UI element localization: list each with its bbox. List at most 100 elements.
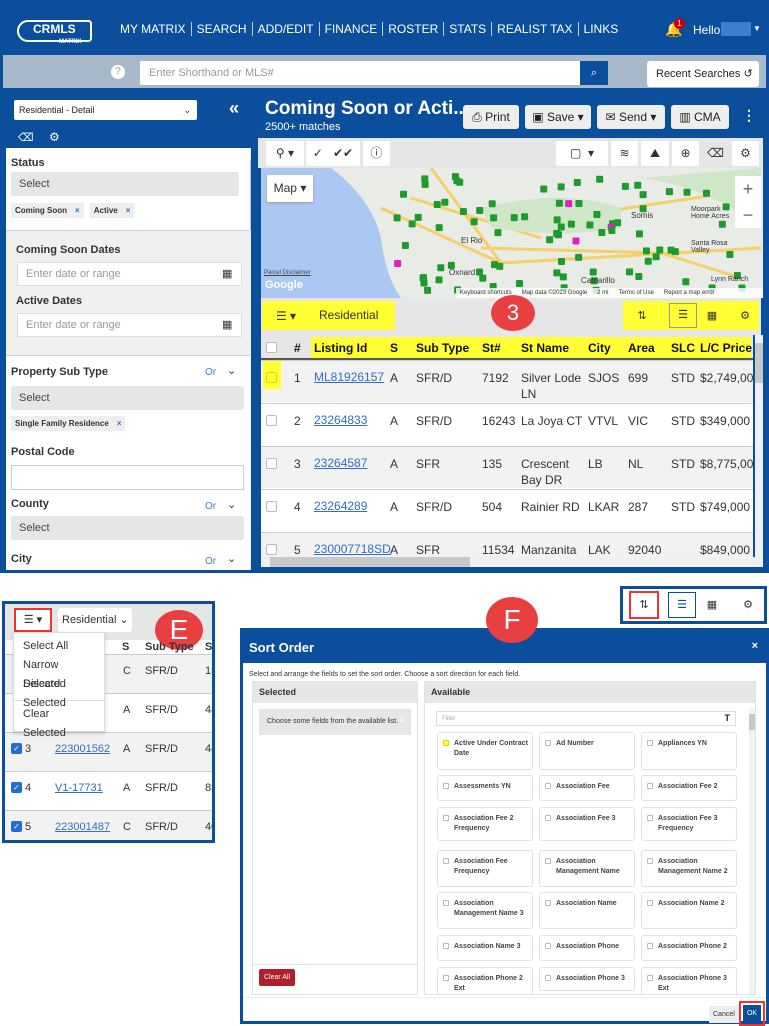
- row-checkbox-checked[interactable]: ✓: [11, 782, 22, 793]
- sort-field-option[interactable]: Association Phone 3 Ext: [641, 967, 737, 994]
- chevron-down-icon[interactable]: ⌄: [227, 552, 236, 565]
- row-checkbox[interactable]: [266, 544, 277, 555]
- print-button[interactable]: ⎙ Print: [463, 105, 519, 129]
- listing-marker[interactable]: [451, 173, 459, 181]
- sort-field-option[interactable]: Association Fee: [539, 775, 635, 801]
- row-checkbox[interactable]: [266, 458, 277, 469]
- sort-field-option[interactable]: Appliances YN: [641, 732, 737, 770]
- listing-marker[interactable]: [558, 257, 566, 265]
- field-checkbox[interactable]: [545, 815, 551, 821]
- listing-marker[interactable]: [683, 188, 691, 196]
- column-header[interactable]: #: [294, 341, 301, 355]
- listing-marker[interactable]: [414, 213, 422, 221]
- listing-marker[interactable]: [702, 189, 710, 197]
- column-header[interactable]: L/C Price: [700, 341, 752, 355]
- listing-id-link[interactable]: 223001487: [55, 821, 110, 833]
- table-horizontal-scrollbar[interactable]: [261, 557, 763, 567]
- active-dates-input[interactable]: Enter date or range: [17, 313, 242, 337]
- listing-marker[interactable]: [401, 242, 409, 250]
- sort-field-option[interactable]: Ad Number: [539, 732, 635, 770]
- table-row[interactable]: ✓4 V1-17731 A SFR/D 85: [5, 771, 212, 810]
- search-button[interactable]: ⌕: [580, 61, 608, 85]
- listing-id-link[interactable]: 230007718SD: [314, 542, 391, 556]
- table-row[interactable]: 5 230007718SDA SFR 11534 Manzanita Rd LAK 9204…: [261, 532, 753, 557]
- field-checkbox[interactable]: [443, 975, 449, 981]
- chevron-down-icon[interactable]: ▼: [753, 24, 761, 33]
- listing-marker[interactable]: [718, 220, 726, 228]
- listing-marker[interactable]: [408, 220, 416, 228]
- search-form-select[interactable]: Residential - Detail ⌄: [14, 100, 197, 120]
- select-menu-button[interactable]: ☰ ▾: [267, 305, 305, 327]
- display-type-select[interactable]: Residential ⌄: [311, 304, 391, 344]
- listing-marker[interactable]: [441, 198, 449, 206]
- column-header[interactable]: St: [205, 641, 212, 653]
- chevron-down-icon[interactable]: ⌄: [227, 364, 236, 377]
- list-view-button[interactable]: ☰: [668, 592, 696, 618]
- listing-marker[interactable]: [521, 213, 529, 221]
- gear-icon[interactable]: ⚙: [49, 130, 60, 144]
- pin-dropdown-button[interactable]: ⚲ ▾: [266, 141, 304, 166]
- listing-marker[interactable]: [626, 268, 634, 276]
- display-type-select[interactable]: Residential ⌄: [58, 608, 132, 632]
- field-checkbox[interactable]: [647, 900, 653, 906]
- listing-marker[interactable]: [586, 221, 594, 229]
- menu-item-narrow-selected[interactable]: Narrow Selected: [14, 656, 104, 690]
- or-toggle[interactable]: Or: [205, 367, 216, 378]
- sort-field-option[interactable]: Association Name 2: [641, 892, 737, 929]
- collapse-sidebar-icon[interactable]: «: [229, 98, 239, 119]
- table-vertical-scrollbar[interactable]: [755, 335, 763, 557]
- listing-marker[interactable]: [555, 199, 563, 207]
- listing-marker[interactable]: [682, 278, 690, 286]
- listing-marker[interactable]: [393, 214, 401, 222]
- remove-icon[interactable]: ×: [126, 206, 131, 215]
- field-checkbox[interactable]: [647, 975, 653, 981]
- eraser-icon[interactable]: ⌫: [18, 131, 34, 144]
- listing-marker[interactable]: [394, 259, 402, 267]
- listing-marker[interactable]: [656, 246, 664, 254]
- more-options-icon[interactable]: ⋮: [742, 107, 756, 124]
- field-checkbox[interactable]: [443, 943, 449, 949]
- field-checkbox[interactable]: [443, 858, 449, 864]
- listing-id-link[interactable]: 23264587: [314, 456, 367, 470]
- nav-item[interactable]: ADD/EDIT: [253, 22, 320, 36]
- listing-marker[interactable]: [557, 183, 565, 191]
- postal-code-input[interactable]: [11, 465, 244, 490]
- field-checkbox[interactable]: [545, 858, 551, 864]
- table-row[interactable]: 2 23264833 A SFR/D 16243 La Joya CT VTVL VIC STD…: [261, 403, 753, 445]
- listing-marker[interactable]: [553, 216, 561, 224]
- nav-item[interactable]: FINANCE: [320, 22, 384, 36]
- shorthand-search-input[interactable]: Enter Shorthand or MLS#: [140, 61, 580, 85]
- user-greeting[interactable]: Hello,: [693, 23, 724, 37]
- listing-marker[interactable]: [435, 224, 443, 232]
- column-header[interactable]: Listing Id: [314, 341, 367, 355]
- table-row[interactable]: 3 23264587 A SFR 135 Crescent Bay DR LB NL STD $8…: [261, 446, 753, 488]
- listing-marker[interactable]: [400, 190, 408, 198]
- sidebar-scrollbar[interactable]: [250, 148, 251, 570]
- listing-marker[interactable]: [635, 273, 643, 281]
- nav-item[interactable]: REALIST TAX: [492, 22, 579, 36]
- listing-id-link[interactable]: 23264833: [314, 413, 367, 427]
- table-row[interactable]: 4 23264289 A SFR/D 504 Rainier RD LKAR 287 STD $7…: [261, 489, 753, 531]
- field-checkbox[interactable]: [545, 783, 551, 789]
- zoom-out-button[interactable]: −: [735, 202, 761, 228]
- menu-item-discard-selected[interactable]: Discard Selected: [14, 675, 104, 709]
- sort-button[interactable]: ⇅: [629, 591, 659, 619]
- listing-marker[interactable]: [491, 261, 499, 269]
- sort-field-option[interactable]: Association Phone 2: [641, 935, 737, 961]
- filter-icon[interactable]: T: [725, 713, 731, 723]
- zoom-button[interactable]: ⊕: [672, 141, 699, 166]
- filter-input[interactable]: Filter T: [436, 711, 736, 726]
- sort-field-option[interactable]: Active Under Contract Date: [437, 732, 533, 770]
- erase-button[interactable]: ⌫: [702, 141, 729, 166]
- column-header[interactable]: City: [588, 341, 611, 355]
- chevron-down-icon[interactable]: ⌄: [227, 498, 236, 511]
- report-error-link[interactable]: Report a map error: [664, 288, 715, 298]
- row-checkbox[interactable]: [266, 415, 277, 426]
- listing-marker[interactable]: [490, 214, 498, 222]
- listing-marker[interactable]: [665, 188, 673, 196]
- coming-soon-dates-input[interactable]: Enter date or range: [17, 262, 242, 286]
- field-checkbox[interactable]: [647, 858, 653, 864]
- clear-all-button[interactable]: Clear All: [259, 969, 296, 986]
- remove-icon[interactable]: ×: [117, 419, 122, 428]
- sort-field-option[interactable]: Association Fee 2 Frequency: [437, 807, 533, 841]
